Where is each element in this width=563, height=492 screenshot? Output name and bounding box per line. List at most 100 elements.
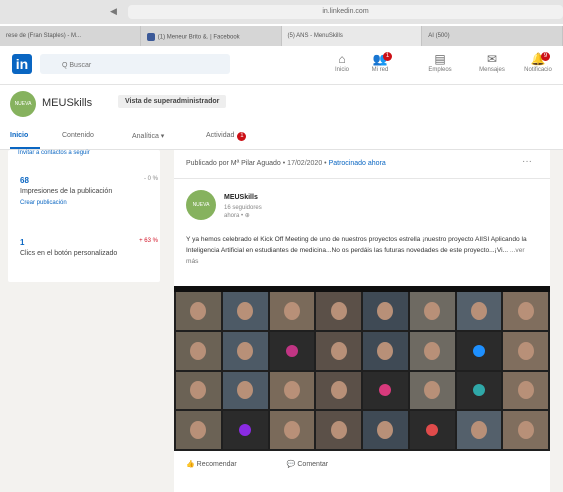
- recommend-button[interactable]: 👍 Recomendar: [186, 461, 261, 468]
- browser-toolbar: ◀ in.linkedin.com: [0, 0, 563, 24]
- participant-tile: [176, 411, 221, 449]
- stat-change: + 63 %: [139, 238, 158, 244]
- stat-button-clicks: 1 + 63 % Clics en el botón personalizado: [20, 238, 160, 258]
- participant-face: [470, 301, 487, 320]
- network-icon: 👥: [372, 52, 388, 66]
- participant-tile: [222, 331, 268, 370]
- admin-subnav: Inicio Contenido Analítica ▾ Actividad 1: [0, 125, 563, 150]
- participant-face: [517, 341, 534, 360]
- participant-tile: [176, 371, 221, 410]
- messaging-icon: ✉: [486, 52, 498, 66]
- avatar-dot: [426, 424, 439, 437]
- participant-face: [330, 381, 347, 400]
- stat-value: 68: [20, 176, 29, 185]
- stats-card: Invitar a contactos a seguir 68 - 0 % Im…: [8, 150, 160, 282]
- participant-face: [424, 341, 441, 360]
- promote-link[interactable]: Patrocinado ahora: [329, 160, 386, 167]
- tab-inicio[interactable]: Inicio: [10, 132, 28, 139]
- stat-label: Impresiones de la publicación: [20, 188, 113, 195]
- participant-face: [283, 381, 300, 400]
- notification-badge: 1: [383, 52, 392, 61]
- address-bar[interactable]: in.linkedin.com: [128, 5, 563, 19]
- participant-face: [470, 421, 487, 440]
- participant-tile: [409, 331, 455, 370]
- back-icon[interactable]: ◀: [110, 6, 117, 17]
- participant-tile: [456, 371, 502, 410]
- more-options-icon[interactable]: ···: [522, 156, 532, 167]
- participant-face: [377, 301, 394, 320]
- participant-tile: [503, 411, 548, 449]
- participant-tile: [269, 331, 315, 370]
- participant-face: [517, 421, 534, 440]
- activity-badge: 1: [237, 132, 247, 141]
- nav-network[interactable]: 👥 1 Mi red: [358, 52, 402, 73]
- participant-tile: [269, 371, 315, 410]
- participant-face: [330, 421, 347, 440]
- participant-tile: [316, 292, 361, 330]
- invite-followers-link[interactable]: Invitar a contactos a seguir: [18, 150, 90, 156]
- author-avatar[interactable]: NUEVA: [186, 190, 216, 220]
- participant-tile: [363, 411, 408, 449]
- tab-actividad[interactable]: Actividad 1: [206, 132, 247, 141]
- nav-notifications[interactable]: 🔔 9 Notificacio: [516, 52, 560, 73]
- nav-jobs[interactable]: ▤ Empleos: [418, 52, 462, 73]
- post-image[interactable]: [174, 286, 550, 451]
- avatar-dot: [472, 384, 485, 397]
- participant-tile: [176, 331, 221, 370]
- page-avatar[interactable]: NUEVA: [10, 91, 36, 117]
- admin-view-badge[interactable]: Vista de superadministrador: [118, 95, 227, 108]
- participant-tile: [222, 292, 268, 330]
- participant-tile: [503, 331, 548, 370]
- participant-tile: [363, 331, 408, 370]
- participant-tile: [222, 371, 268, 410]
- participant-tile: [363, 292, 408, 330]
- participant-face: [190, 381, 207, 400]
- linkedin-logo-icon[interactable]: in: [12, 54, 32, 74]
- page-title: MEUSkills: [42, 97, 93, 109]
- tab-contenido[interactable]: Contenido: [62, 132, 94, 139]
- stat-impressions: 68 - 0 % Impresiones de la publicación C…: [20, 176, 158, 206]
- page-admin-bar: NUEVA MEUSkills Vista de superadministra…: [0, 85, 563, 121]
- browser-tab[interactable]: rese de (Fran Staples) - M...: [0, 26, 141, 46]
- participant-tile: [456, 292, 502, 330]
- browser-tab-active[interactable]: (5) ANS - MenuSkills: [281, 26, 423, 46]
- avatar-dot: [472, 344, 485, 357]
- participant-tile: [269, 411, 315, 449]
- participant-face: [330, 341, 347, 360]
- search-input[interactable]: [60, 57, 224, 73]
- participant-face: [190, 341, 207, 360]
- search-box[interactable]: [40, 54, 230, 74]
- participant-tile: [316, 331, 361, 370]
- tab-analitica[interactable]: Analítica ▾: [132, 132, 164, 140]
- facebook-icon: [146, 33, 155, 41]
- post-actions: 👍 Recomendar 💬 Comentar: [186, 460, 376, 468]
- participant-tile: [409, 371, 455, 410]
- comment-button[interactable]: 💬 Comentar: [287, 461, 352, 468]
- notifications-icon: 🔔: [530, 52, 546, 66]
- browser-tab[interactable]: (1) Meneur Brito &. | Facebook: [141, 26, 282, 46]
- participant-face: [237, 381, 254, 400]
- author-name[interactable]: MEUSkills: [224, 194, 258, 201]
- participant-tile: [409, 411, 455, 449]
- participant-tile: [363, 371, 408, 410]
- nav-messaging[interactable]: ✉ Mensajes: [470, 52, 514, 73]
- participant-tile: [316, 371, 361, 410]
- stat-change: - 0 %: [143, 176, 158, 182]
- divider: [174, 178, 550, 179]
- participant-face: [237, 301, 254, 320]
- participant-tile: [456, 411, 502, 449]
- create-post-link[interactable]: Crear publicación: [20, 200, 112, 206]
- participant-face: [517, 381, 534, 400]
- participant-tile: [503, 371, 548, 410]
- avatar-dot: [239, 424, 252, 437]
- participant-grid: [176, 292, 548, 449]
- participant-face: [190, 421, 207, 440]
- post-header: Publicado por Mª Pilar Aguado • 17/02/20…: [186, 160, 386, 167]
- author-meta: 16 seguidores ahora • ⊕: [224, 205, 262, 219]
- participant-face: [190, 301, 207, 320]
- participant-face: [424, 301, 441, 320]
- participant-tile: [456, 331, 502, 370]
- browser-tab[interactable]: AI (500): [422, 26, 563, 46]
- participant-tile: [222, 411, 268, 449]
- linkedin-header: in ⌂ Inicio 👥 1 Mi red ▤ Empleos ✉ Mensa…: [0, 46, 563, 85]
